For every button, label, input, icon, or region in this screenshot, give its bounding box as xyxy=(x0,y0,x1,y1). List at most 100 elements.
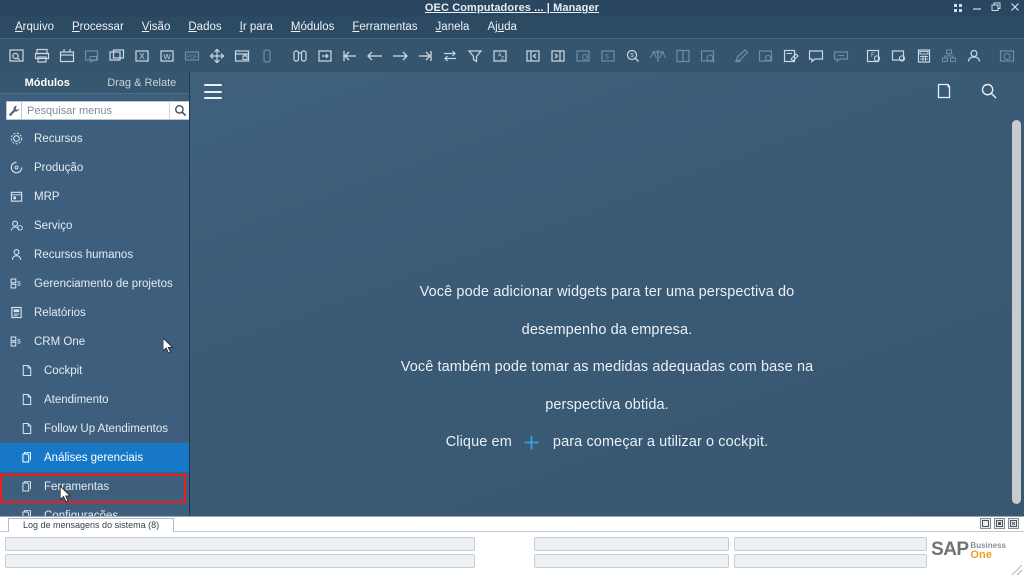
item-master-icon[interactable]: $ xyxy=(596,44,620,68)
window-resize-grip[interactable] xyxy=(1012,565,1022,575)
next-record-icon[interactable] xyxy=(388,44,412,68)
email-icon[interactable] xyxy=(80,44,104,68)
tab-modulos[interactable]: Módulos xyxy=(0,72,95,93)
sidebar-item-configuracoes[interactable]: Configurações xyxy=(0,501,189,516)
messages-icon[interactable] xyxy=(804,44,828,68)
swap-icon[interactable] xyxy=(438,44,462,68)
previous-record-icon[interactable] xyxy=(363,44,387,68)
workflow-icon[interactable]: F xyxy=(862,44,886,68)
restore-button[interactable] xyxy=(991,2,1001,15)
tab-log-de-mensagens[interactable]: Log de mensagens do sistema (8) xyxy=(8,518,175,532)
drag-relate-icon[interactable] xyxy=(205,44,229,68)
menu-item-ferramentas[interactable]: Ferramentas xyxy=(343,17,426,38)
menu-item-ajuda[interactable]: Ajuda xyxy=(478,17,525,38)
balance-icon[interactable] xyxy=(646,44,670,68)
split-icon[interactable] xyxy=(671,44,695,68)
search-input[interactable] xyxy=(22,102,169,119)
svg-text:$: $ xyxy=(17,281,21,288)
sidebar-item-label: CRM One xyxy=(34,335,86,348)
sort-icon[interactable]: AZ xyxy=(488,44,512,68)
menu-item-dados[interactable]: Dados xyxy=(179,17,230,38)
export-word-icon[interactable]: W xyxy=(155,44,179,68)
last-record-icon[interactable] xyxy=(413,44,437,68)
sidebar-item-recursos[interactable]: Recursos xyxy=(0,124,189,153)
scrollbar-thumb[interactable] xyxy=(1012,120,1021,504)
close-button[interactable] xyxy=(1010,2,1020,15)
next-window-icon[interactable] xyxy=(313,44,337,68)
hamburger-menu-icon[interactable] xyxy=(204,84,222,99)
cockpit-vertical-scrollbar[interactable] xyxy=(1011,114,1022,510)
send-layout-icon[interactable] xyxy=(105,44,129,68)
inventory-lookup-icon[interactable]: $ xyxy=(621,44,645,68)
restore-panel-button[interactable] xyxy=(980,518,991,529)
sidebar-item-analises-gerenciais[interactable]: Análises gerenciais xyxy=(0,443,189,472)
plus-icon[interactable] xyxy=(523,434,540,451)
sidebar-item-follow-up-atendimentos[interactable]: Follow Up Atendimentos xyxy=(0,414,189,443)
edit-icon[interactable] xyxy=(729,44,753,68)
filter-icon[interactable] xyxy=(463,44,487,68)
sidebar-item-producao[interactable]: Produção xyxy=(0,153,189,182)
status-field-mid-bottom[interactable] xyxy=(534,554,729,568)
grid-view-button[interactable] xyxy=(954,4,963,13)
wrench-icon[interactable] xyxy=(6,101,22,120)
user-defined-fields-icon[interactable] xyxy=(779,44,803,68)
status-field-mid-top[interactable] xyxy=(534,537,729,551)
report-info-icon[interactable] xyxy=(887,44,911,68)
status-field-right-top[interactable] xyxy=(734,537,927,551)
org-chart-icon[interactable] xyxy=(937,44,961,68)
cockpit-cta-line: Clique em para começar a utilizar o cock… xyxy=(190,424,1024,462)
sidebar-item-atendimento[interactable]: Atendimento xyxy=(0,385,189,414)
status-field-right-bottom[interactable] xyxy=(734,554,927,568)
lock-screen-icon[interactable] xyxy=(230,44,254,68)
sidebar-item-label: Serviço xyxy=(34,219,73,232)
dashboard-icon[interactable] xyxy=(995,44,1019,68)
status-field-left-bottom[interactable] xyxy=(5,554,475,568)
sidebar-item-cockpit[interactable]: Cockpit xyxy=(0,356,189,385)
expand-right-icon[interactable] xyxy=(546,44,570,68)
menu-item-visao[interactable]: Visão xyxy=(133,17,180,38)
tab-drag-relate[interactable]: Drag & Relate xyxy=(95,72,190,93)
widgets-icon[interactable] xyxy=(1020,44,1024,68)
sidebar-item-crm-one[interactable]: $ CRM One xyxy=(0,327,189,356)
menu-item-processar[interactable]: Processar xyxy=(63,17,133,38)
query-price-icon[interactable] xyxy=(696,44,720,68)
sidebar-item-recursos-humanos[interactable]: Recursos humanos xyxy=(0,240,189,269)
reports-icon xyxy=(8,306,25,319)
settings-form-icon[interactable] xyxy=(754,44,778,68)
module-list: Recursos Produção MRP Serviço Recursos h… xyxy=(0,124,189,516)
menu-item-ir-para[interactable]: Ir para xyxy=(231,17,282,38)
menu-item-arquivo[interactable]: Arquivo xyxy=(6,17,63,38)
maximize-panel-button[interactable] xyxy=(994,518,1005,529)
main-toolbar: X W PDF AZ $ $ F xyxy=(0,38,1024,72)
send-message-icon[interactable] xyxy=(829,44,853,68)
binoculars-icon[interactable] xyxy=(288,44,312,68)
print-preview-icon[interactable] xyxy=(55,44,79,68)
menu-item-janela[interactable]: Janela xyxy=(427,17,479,38)
user-icon[interactable] xyxy=(962,44,986,68)
first-record-icon[interactable] xyxy=(338,44,362,68)
print-icon[interactable] xyxy=(30,44,54,68)
calculator-icon[interactable] xyxy=(912,44,936,68)
business-partner-icon[interactable] xyxy=(571,44,595,68)
sidebar-item-ferramentas[interactable]: Ferramentas xyxy=(0,472,189,501)
export-pdf-icon[interactable]: PDF xyxy=(180,44,204,68)
launch-icon[interactable] xyxy=(255,44,279,68)
close-panel-button[interactable] xyxy=(1008,518,1019,529)
collapse-left-icon[interactable] xyxy=(521,44,545,68)
find-icon[interactable] xyxy=(5,44,29,68)
mrp-icon xyxy=(8,190,25,203)
human-resources-icon xyxy=(8,248,25,261)
menu-item-modulos[interactable]: Módulos xyxy=(282,17,343,38)
cockpit-message-block: Você pode adicionar widgets para ter uma… xyxy=(190,274,1024,462)
search-icon[interactable] xyxy=(980,82,998,105)
sidebar-item-mrp[interactable]: MRP xyxy=(0,182,189,211)
sidebar-item-gerenciamento-de-projetos[interactable]: $ Gerenciamento de projetos xyxy=(0,269,189,298)
status-field-left-top[interactable] xyxy=(5,537,475,551)
cockpit-cta-prefix: Clique em xyxy=(445,434,512,450)
minimize-button[interactable] xyxy=(972,2,982,15)
sidebar-item-servico[interactable]: Serviço xyxy=(0,211,189,240)
export-excel-icon[interactable]: X xyxy=(130,44,154,68)
sidebar-item-relatorios[interactable]: Relatórios xyxy=(0,298,189,327)
search-icon[interactable] xyxy=(169,102,189,119)
add-widget-icon[interactable] xyxy=(936,82,952,105)
